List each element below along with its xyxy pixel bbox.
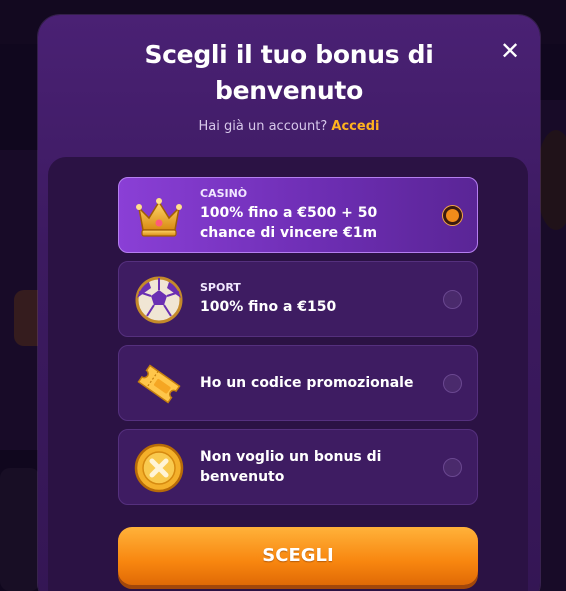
soccer-ball-icon	[135, 276, 183, 324]
option-text-line2: chance di vincere €1m	[200, 225, 378, 241]
option-category: SPORT	[200, 281, 241, 294]
login-link[interactable]: Accedi	[331, 119, 379, 134]
bonus-options-panel: CASINÒ 100% fino a €500 + 50 chance di v…	[48, 157, 528, 591]
account-prompt: Hai già un account? Accedi	[38, 119, 540, 134]
option-text-line1: Non voglio un bonus di	[200, 449, 382, 465]
option-text-line1: 100% fino a €500 + 50	[200, 205, 378, 221]
welcome-bonus-modal: Scegli il tuo bonus di benvenuto ✕ Hai g…	[38, 15, 540, 591]
radio-button-selected[interactable]	[443, 206, 462, 225]
bonus-option-sport[interactable]: SPORT 100% fino a €150	[118, 261, 478, 337]
option-text-line1: Ho un codice promozionale	[200, 375, 414, 391]
bonus-option-casino[interactable]: CASINÒ 100% fino a €500 + 50 chance di v…	[118, 177, 478, 253]
ticket-icon	[137, 364, 181, 404]
crown-icon	[136, 198, 182, 237]
option-category: CASINÒ	[200, 187, 248, 200]
modal-title-line1: Scegli il tuo bonus di	[144, 40, 434, 69]
option-text-line1: 100% fino a €150	[200, 299, 337, 315]
bonus-option-promo-code[interactable]: Ho un codice promozionale	[118, 345, 478, 421]
radio-button[interactable]	[443, 374, 462, 393]
radio-button[interactable]	[443, 290, 462, 309]
modal-title-line2: benvenuto	[215, 76, 363, 105]
bonus-option-no-bonus[interactable]: Non voglio un bonus di benvenuto	[118, 429, 478, 505]
choose-button[interactable]: SCEGLI	[118, 527, 478, 585]
no-bonus-coin-icon	[134, 443, 184, 493]
close-icon[interactable]: ✕	[496, 37, 524, 65]
radio-button[interactable]	[443, 458, 462, 477]
account-prompt-text: Hai già un account?	[198, 119, 328, 134]
option-text-line2: benvenuto	[200, 469, 285, 485]
modal-title: Scegli il tuo bonus di benvenuto	[38, 37, 540, 109]
